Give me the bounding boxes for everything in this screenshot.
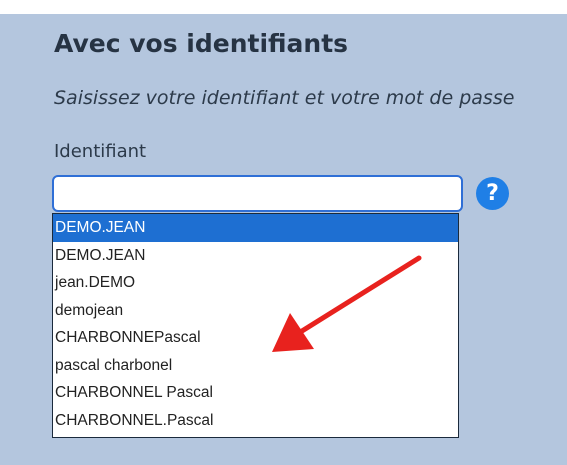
autocomplete-dropdown: DEMO.JEAN DEMO.JEAN jean.DEMO demojean C…: [52, 213, 459, 438]
help-icon[interactable]: ?: [476, 177, 509, 210]
dropdown-option[interactable]: CHARBONNEPascal: [53, 324, 458, 352]
dropdown-option[interactable]: DEMO.JEAN: [53, 242, 458, 270]
dropdown-option[interactable]: pascal charbonel: [53, 352, 458, 380]
dropdown-option[interactable]: CHARBONNEL Pascal: [53, 379, 458, 407]
dropdown-option[interactable]: demojean: [53, 297, 458, 325]
top-strip: [0, 0, 567, 14]
section-subtitle: Saisissez votre identifiant et votre mot…: [54, 87, 515, 109]
dropdown-option[interactable]: jean.DEMO: [53, 269, 458, 297]
section-heading: Avec vos identifiants: [54, 29, 349, 58]
identifiant-label: Identifiant: [54, 141, 147, 162]
identifiant-input[interactable]: [52, 175, 463, 212]
dropdown-option[interactable]: DEMO.JEAN: [53, 214, 458, 242]
dropdown-option[interactable]: CHARBONNEL.Pascal: [53, 407, 458, 435]
